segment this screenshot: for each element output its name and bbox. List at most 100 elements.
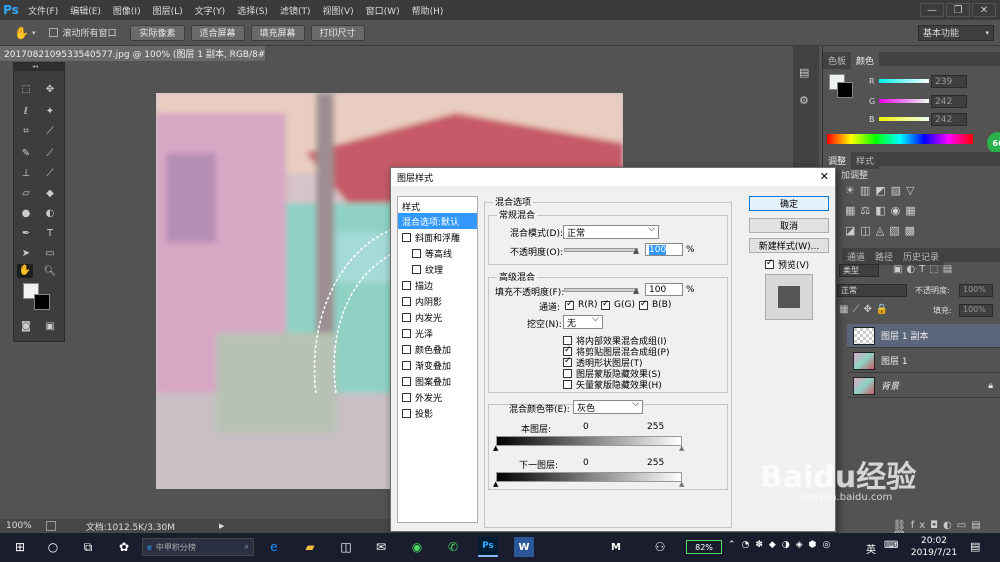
marquee-tool-icon[interactable]: ⬚ (18, 83, 34, 97)
layer-row-background[interactable]: 背景 🔒︎ (847, 374, 1000, 398)
layer-opacity-input[interactable]: 100% (959, 284, 993, 297)
pen-tool-icon[interactable]: ✒ (18, 227, 34, 241)
menu-item[interactable]: 文字(Y) (189, 4, 232, 17)
menu-item[interactable]: 选择(S) (231, 4, 274, 17)
wechat-icon[interactable]: ✆ (443, 537, 463, 557)
style-checkbox[interactable] (402, 312, 411, 322)
checkbox-icon[interactable] (563, 369, 572, 378)
tab-color[interactable]: 颜色 (851, 52, 880, 69)
tab-history[interactable]: 历史记录 (898, 248, 945, 265)
style-checkbox[interactable] (402, 376, 411, 386)
slider-handle-icon[interactable]: ▲ (633, 286, 639, 295)
eraser-tool-icon[interactable]: ▱ (18, 187, 34, 201)
battery-indicator[interactable]: 82% (686, 540, 722, 554)
color-spectrum-bar[interactable] (827, 134, 973, 144)
crop-tool-icon[interactable]: ⌗ (18, 125, 34, 139)
clone-stamp-icon[interactable]: ⊥ (18, 167, 34, 181)
tab-styles[interactable]: 样式 (851, 152, 880, 169)
zoom-level[interactable]: 100% (6, 521, 32, 531)
style-checkbox[interactable] (402, 328, 411, 338)
style-item[interactable]: 光泽 (398, 325, 477, 341)
status-menu-icon[interactable] (45, 521, 56, 531)
ok-button[interactable]: 确定 (749, 196, 829, 211)
blur-tool-icon[interactable]: ● (18, 207, 34, 221)
style-item[interactable]: 投影 (398, 405, 477, 421)
workspace-select[interactable]: 基本功能 ▾ (918, 24, 994, 41)
red-slider[interactable] (879, 79, 929, 83)
menu-item[interactable]: 图层(L) (147, 4, 189, 17)
green-value[interactable]: 242 (931, 95, 967, 108)
cancel-button[interactable]: 取消 (749, 218, 829, 233)
healing-brush-icon[interactable]: ✎ (18, 147, 34, 161)
style-checkbox[interactable] (402, 232, 411, 242)
keyboard-icon[interactable]: ⌨ (884, 540, 898, 551)
style-item[interactable]: 渐变叠加 (398, 357, 477, 373)
tab-swatches[interactable]: 色板 (823, 52, 852, 69)
layer-filter-icons[interactable]: ▣◐T⬚▤ (893, 264, 956, 275)
style-checkbox[interactable] (412, 248, 421, 258)
fill-opacity-input[interactable]: 100 (645, 283, 683, 296)
move-tool-icon[interactable]: ✥ (42, 83, 58, 97)
menu-item[interactable]: 编辑(E) (64, 4, 107, 17)
adjustment-icons-row-1[interactable]: ☀▥◩▨▽ (845, 184, 920, 197)
style-item[interactable]: 内发光 (398, 309, 477, 325)
style-checkbox[interactable] (412, 264, 421, 274)
menu-item[interactable]: 图像(I) (107, 4, 147, 17)
fill-opacity-slider-track[interactable] (564, 288, 638, 292)
opacity-slider-track[interactable] (564, 248, 638, 252)
restore-button[interactable]: ❐ (946, 3, 970, 17)
checkbox-icon[interactable] (49, 28, 59, 37)
style-item[interactable]: 等高线 (398, 245, 477, 261)
channel-r-checkbox[interactable]: R(R) (565, 299, 598, 310)
properties-panel-icon[interactable]: ⚙ (799, 94, 809, 107)
adjustment-icons-row-2[interactable]: ▦⚖◧◉▦ (845, 204, 921, 217)
zoom-tool-icon[interactable]: 🔍︎ (42, 265, 58, 279)
background-color-swatch[interactable] (34, 294, 50, 310)
channel-g-checkbox[interactable]: G(G) (601, 299, 635, 310)
history-panel-icon[interactable]: ▤ (799, 66, 809, 79)
photoshop-taskbar-icon[interactable]: Ps (478, 537, 498, 557)
taskbar-search-box[interactable]: e 中甲积分榜 ⌕ (142, 538, 254, 556)
preview-checkbox[interactable]: 预览(V) (765, 258, 809, 271)
hand-tool-icon[interactable]: ✋ (14, 26, 29, 40)
layer-name[interactable]: 图层 1 副本 (881, 329, 928, 342)
clock-time[interactable]: 20:02 (912, 536, 956, 546)
print-size-button[interactable]: 打印尺寸 (310, 24, 365, 41)
cortana-icon[interactable]: ○ (43, 537, 63, 557)
ime-indicator[interactable]: 英 (866, 541, 876, 556)
store-icon[interactable]: ◫ (336, 537, 356, 557)
style-item[interactable]: 混合选项:默认 (398, 213, 477, 229)
history-brush-icon[interactable]: ⟋ (42, 167, 58, 181)
hand-tool-icon[interactable]: ✋ (17, 264, 33, 278)
status-arrow-icon[interactable]: ▶ (219, 522, 224, 530)
tray-m-icon[interactable]: M (606, 537, 626, 557)
menu-item[interactable]: 滤镜(T) (274, 4, 317, 17)
layer-row-1[interactable]: 图层 1 (847, 349, 1000, 373)
edge-icon[interactable]: e (264, 537, 284, 557)
styles-header[interactable]: 样式 (398, 199, 477, 213)
slider-handle-icon[interactable]: ▲ (633, 246, 639, 255)
style-checkbox[interactable] (402, 296, 411, 306)
layer-kind-filter[interactable]: 类型 (839, 264, 879, 277)
style-item[interactable]: 内阴影 (398, 293, 477, 309)
tool-preset-chevron-icon[interactable]: ▾ (32, 29, 36, 37)
style-checkbox[interactable] (402, 280, 411, 290)
checkbox-icon[interactable] (563, 380, 572, 389)
this-layer-white-handle-icon[interactable]: ▲ (679, 444, 684, 452)
blend-mode-select[interactable]: 正常 (563, 224, 659, 239)
screen-mode-icon[interactable]: ▣ (42, 320, 58, 334)
knockout-select[interactable]: 无 (563, 314, 603, 329)
actual-pixels-button[interactable]: 实际像素 (130, 24, 185, 41)
this-layer-gradient[interactable] (496, 436, 682, 446)
document-tab[interactable]: 20170821095335405​77.jpg @ 100% (图层 1 副本… (0, 46, 265, 61)
style-item[interactable]: 描边 (398, 277, 477, 293)
brush-tool-icon[interactable]: ⟋ (42, 147, 58, 161)
fan-app-icon[interactable]: ✿ (114, 537, 134, 557)
style-checkbox[interactable] (402, 344, 411, 354)
style-item[interactable]: 纹理 (398, 261, 477, 277)
tray-icons[interactable]: ⌃◔✽◆◑◈⬢◎ (728, 540, 836, 550)
notification-icon[interactable]: ▤ (970, 540, 980, 553)
style-item[interactable]: 颜色叠加 (398, 341, 477, 357)
close-button[interactable]: ✕ (972, 3, 996, 17)
file-explorer-icon[interactable]: ▰ (300, 537, 320, 557)
